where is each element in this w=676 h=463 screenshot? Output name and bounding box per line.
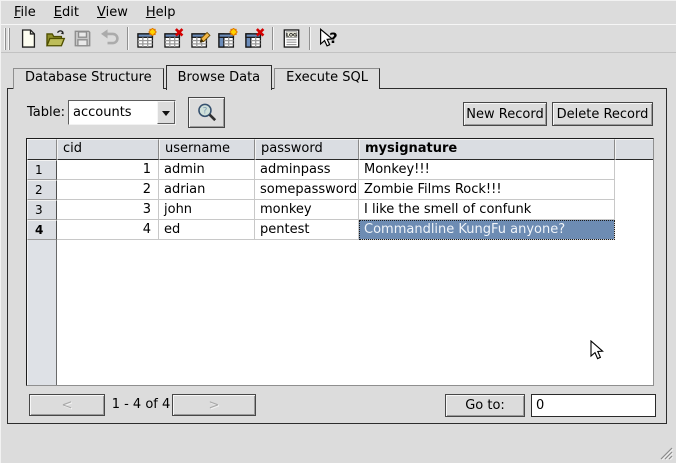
new-record-button[interactable]: New Record [463,102,547,126]
log-icon: LOG [281,28,302,49]
tab-execute-sql[interactable]: Execute SQL [274,68,380,89]
cell-password[interactable]: somepassword [255,180,359,200]
cell-username[interactable]: adrian [159,180,255,200]
cell-cid[interactable]: 4 [57,220,159,240]
tab-bar: Database Structure Browse Data Execute S… [13,64,382,89]
cell-password[interactable]: monkey [255,200,359,220]
toolbar-separator [309,27,311,50]
table-select[interactable]: accounts [68,100,176,125]
modify-table-button[interactable] [187,26,214,52]
new-database-icon [18,28,39,49]
tab-database-structure[interactable]: Database Structure [13,68,164,89]
delete-index-button[interactable] [241,26,268,52]
delete-table-icon [163,28,184,49]
revert-changes-icon [99,28,120,49]
row-header-2[interactable]: 2 [27,180,57,200]
menu-help[interactable]: Help [138,3,184,23]
table-row: 3 3 john monkey I like the smell of conf… [27,200,653,220]
toolbar-separator [272,27,274,50]
menu-file[interactable]: File [6,3,44,23]
new-database-button[interactable] [15,26,42,52]
cell-username[interactable]: admin [159,160,255,180]
cell-username[interactable]: ed [159,220,255,240]
column-header-cid[interactable]: cid [57,139,159,160]
create-table-icon [136,28,157,49]
row-header-4[interactable]: 4 [27,220,57,240]
record-range-text: 1 - 4 of 4 [108,394,174,416]
toolbar-separator [127,27,129,50]
create-index-icon [217,28,238,49]
svg-text:?: ? [329,31,337,47]
delete-index-icon [244,28,265,49]
cell-cid[interactable]: 1 [57,160,159,180]
create-index-button[interactable] [214,26,241,52]
cell-username[interactable]: john [159,200,255,220]
chevron-down-icon [162,111,170,120]
modify-table-icon [190,28,211,49]
delete-record-button[interactable]: Delete Record [552,102,653,126]
cell-mysignature[interactable]: Zombie Films Rock!!! [359,180,615,200]
show-log-button[interactable]: LOG [278,26,305,52]
column-header-username[interactable]: username [159,139,255,160]
data-grid: cid username password mysignature 1 1 ad… [26,138,654,386]
cell-password[interactable]: adminpass [255,160,359,180]
table-row: 4 4 ed pentest Commandline KungFu anyone… [27,220,653,240]
revert-changes-button[interactable] [96,26,123,52]
menu-bar: File Edit View Help [1,1,676,24]
tab-browse-data[interactable]: Browse Data [166,65,273,90]
cell-password[interactable]: pentest [255,220,359,240]
app-window: File Edit View Help [0,0,676,463]
menu-view[interactable]: View [89,3,136,23]
toolbar: LOG ? [1,24,676,53]
cell-mysignature-selected[interactable]: Commandline KungFu anyone? [359,220,615,240]
create-table-button[interactable] [133,26,160,52]
cell-mysignature[interactable]: Monkey!!! [359,160,615,180]
magnifier-icon: ? [195,101,219,125]
table-select-arrow[interactable] [157,101,175,124]
whats-this-icon: ? [318,28,339,49]
previous-records-button[interactable]: < [29,394,105,416]
delete-table-button[interactable] [160,26,187,52]
cell-cid[interactable]: 3 [57,200,159,220]
browse-data-panel: Table: accounts ? New Record Delete Reco… [7,88,667,424]
cell-mysignature[interactable]: I like the smell of confunk [359,200,615,220]
svg-text:?: ? [202,106,207,116]
svg-text:LOG: LOG [286,32,297,38]
goto-record-input[interactable] [531,394,656,417]
save-database-button[interactable] [69,26,96,52]
grid-header-row: cid username password mysignature [27,139,653,160]
resize-grip[interactable] [658,445,673,460]
open-database-icon [45,28,66,49]
whats-this-button[interactable]: ? [315,26,342,52]
column-header-password[interactable]: password [255,139,359,160]
search-button[interactable]: ? [188,97,225,128]
column-header-stub [615,139,653,160]
toolbar-grip[interactable] [4,28,12,50]
menu-edit[interactable]: Edit [46,3,87,23]
cell-cid[interactable]: 2 [57,180,159,200]
save-database-icon [72,28,93,49]
table-row: 1 1 admin adminpass Monkey!!! [27,160,653,180]
row-header-3[interactable]: 3 [27,200,57,220]
goto-button[interactable]: Go to: [445,394,525,417]
table-label: Table: [27,105,65,120]
row-header-strip [27,240,57,385]
next-records-button[interactable]: > [172,394,256,416]
row-header-1[interactable]: 1 [27,160,57,180]
grid-corner-cell[interactable] [27,139,57,160]
table-select-value: accounts [69,105,157,120]
table-row: 2 2 adrian somepassword Zombie Films Roc… [27,180,653,200]
open-database-button[interactable] [42,26,69,52]
column-header-mysignature[interactable]: mysignature [359,139,615,160]
